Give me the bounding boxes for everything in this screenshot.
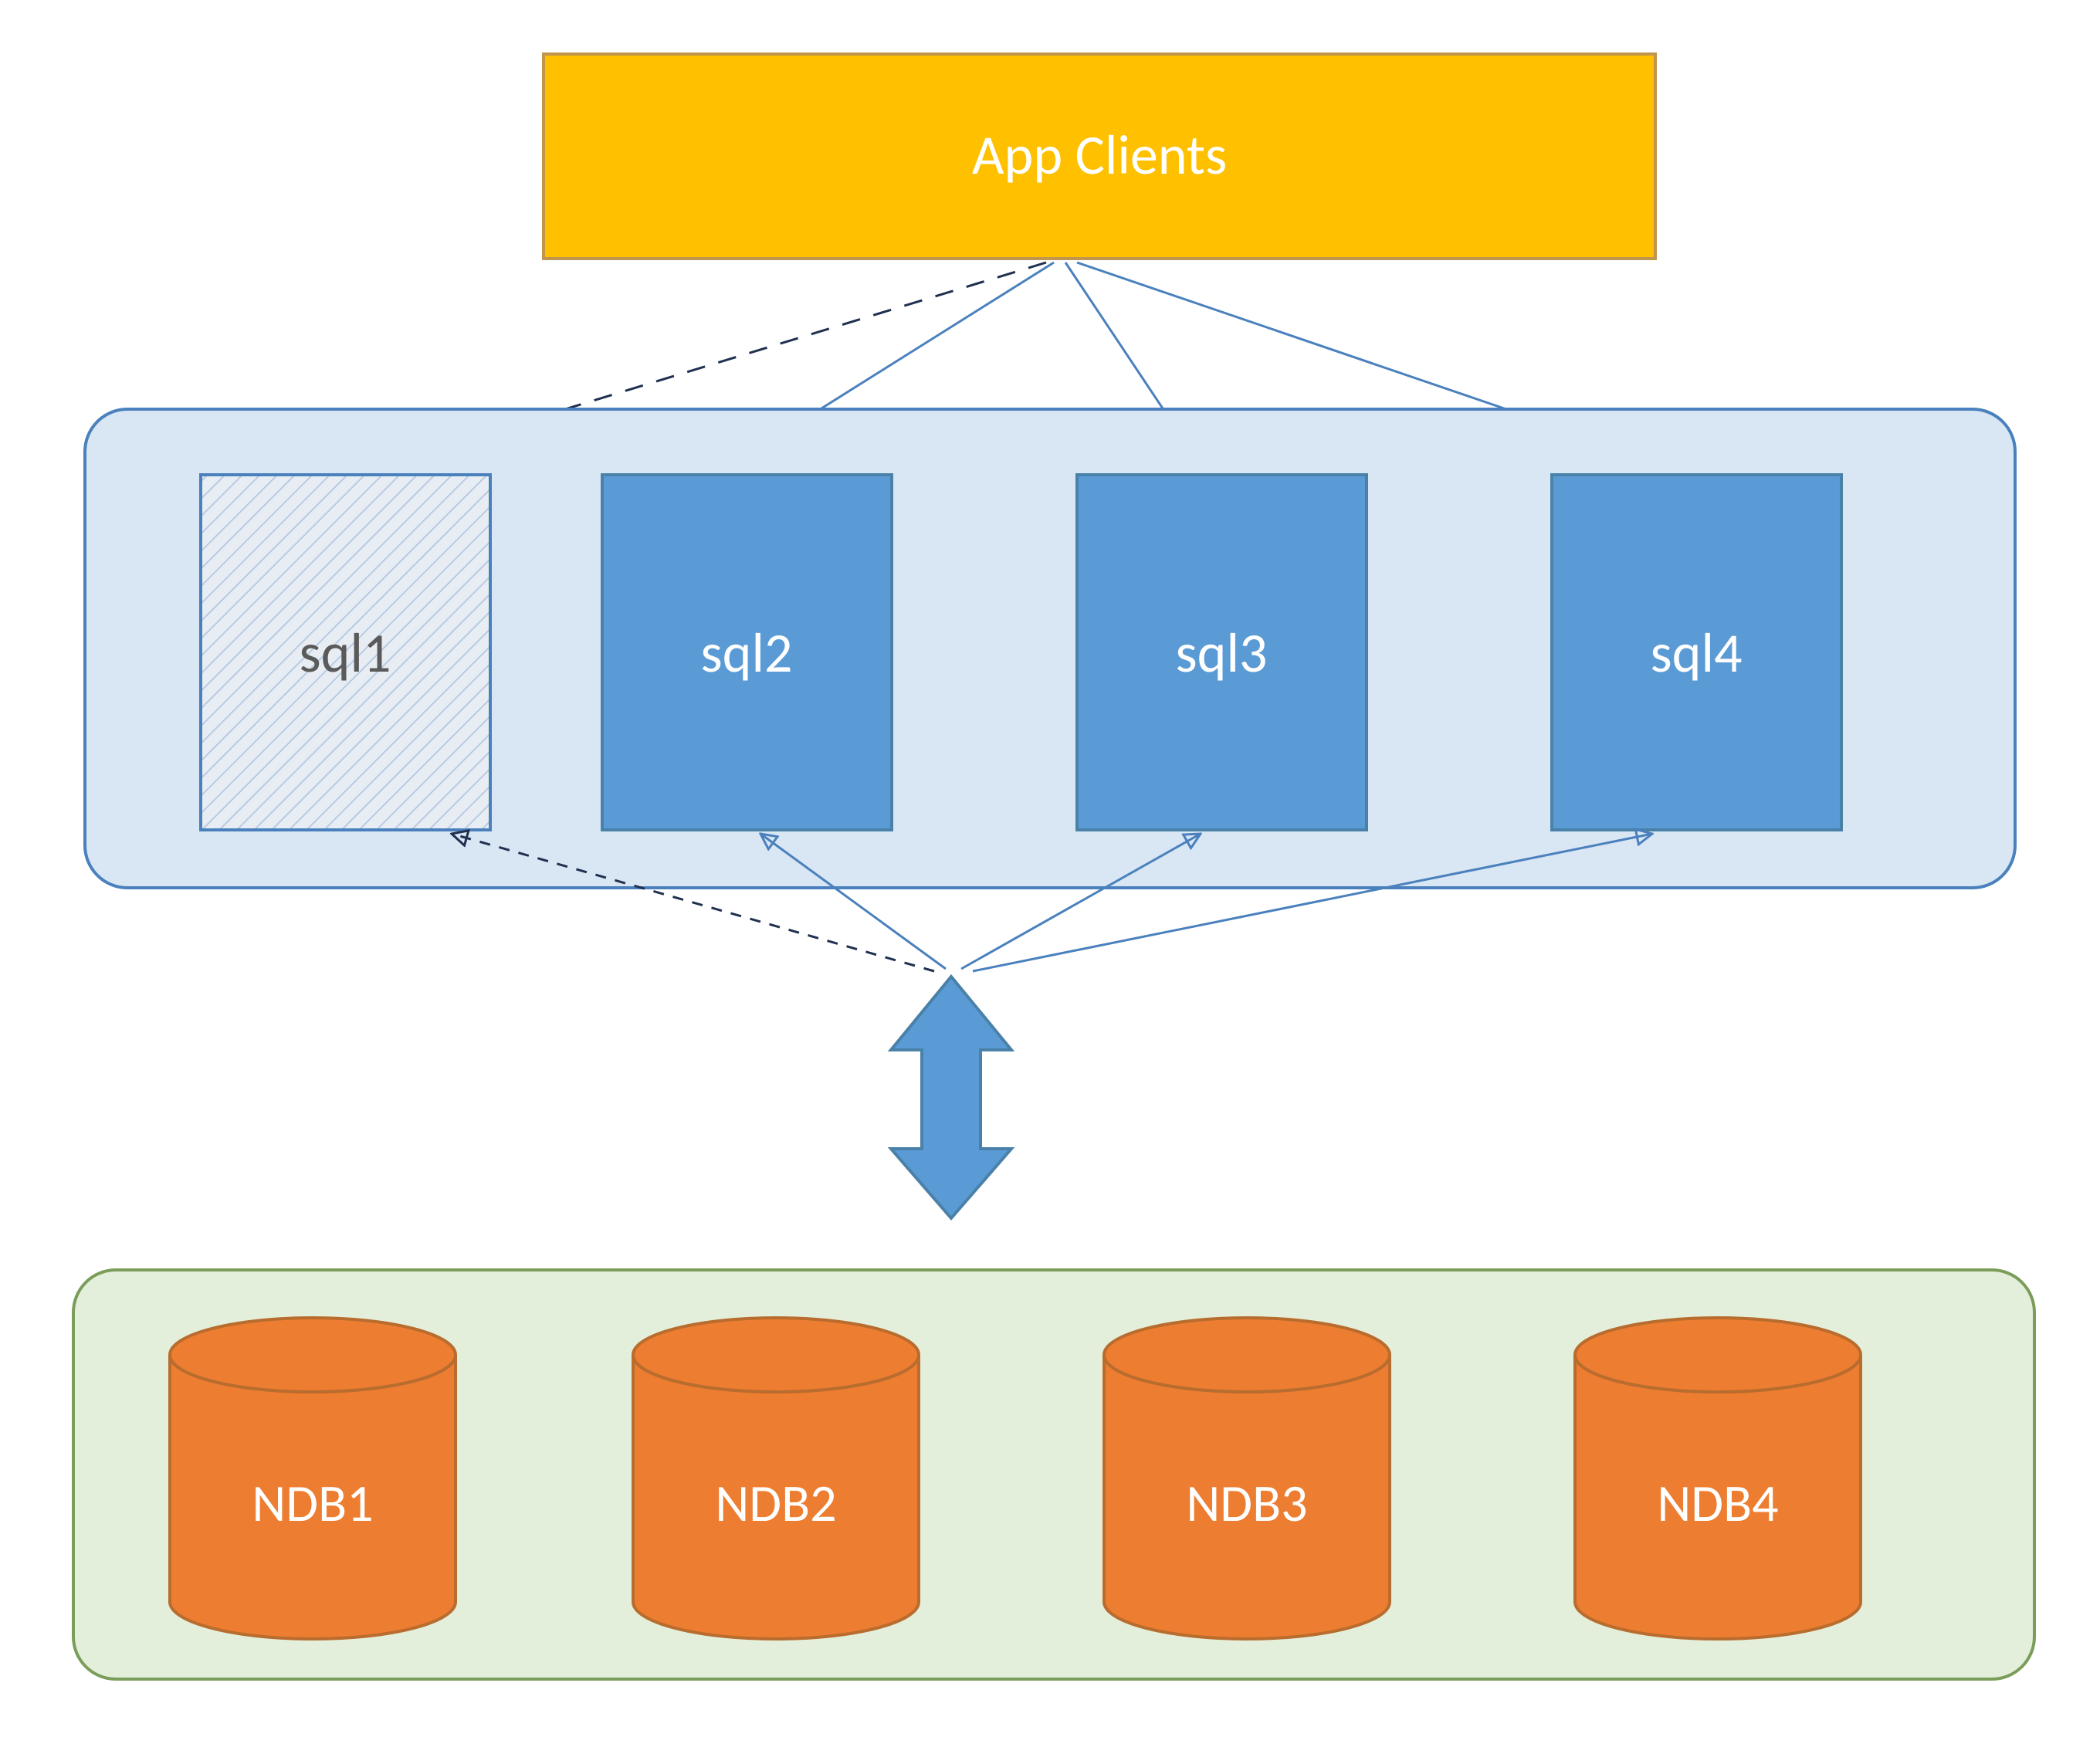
ndb3-label: NDB3 [1186, 1471, 1307, 1536]
sql1-label: sql1 [299, 619, 391, 687]
sql-container: sql1 sql2 sql3 sql4 [85, 409, 2015, 888]
app-clients-box: App Clients [544, 54, 1655, 259]
sql-node-sql4: sql4 [1552, 475, 1841, 830]
ndb-container: NDB1 NDB2 NDB3 NDB4 [73, 1270, 2034, 1679]
sql2-label: sql2 [700, 619, 792, 687]
app-clients-label: App Clients [972, 121, 1227, 189]
ndb-node-ndb4: NDB4 [1575, 1318, 1861, 1639]
sql-node-sql3: sql3 [1077, 475, 1367, 830]
ndb-node-ndb3: NDB3 [1104, 1318, 1390, 1639]
sql-ndb-double-arrow [891, 977, 1011, 1218]
ndb1-label: NDB1 [252, 1471, 373, 1536]
architecture-diagram: App Clients sql1 sql2 sql3 [0, 0, 2100, 1737]
sql-node-sql1: sql1 [201, 475, 490, 830]
ndb-node-ndb2: NDB2 [633, 1318, 919, 1639]
sql4-label: sql4 [1650, 619, 1742, 687]
ndb2-label: NDB2 [715, 1471, 836, 1536]
sql-node-sql2: sql2 [602, 475, 892, 830]
ndb4-label: NDB4 [1657, 1471, 1778, 1536]
ndb-node-ndb1: NDB1 [170, 1318, 456, 1639]
sql3-label: sql3 [1175, 619, 1267, 687]
